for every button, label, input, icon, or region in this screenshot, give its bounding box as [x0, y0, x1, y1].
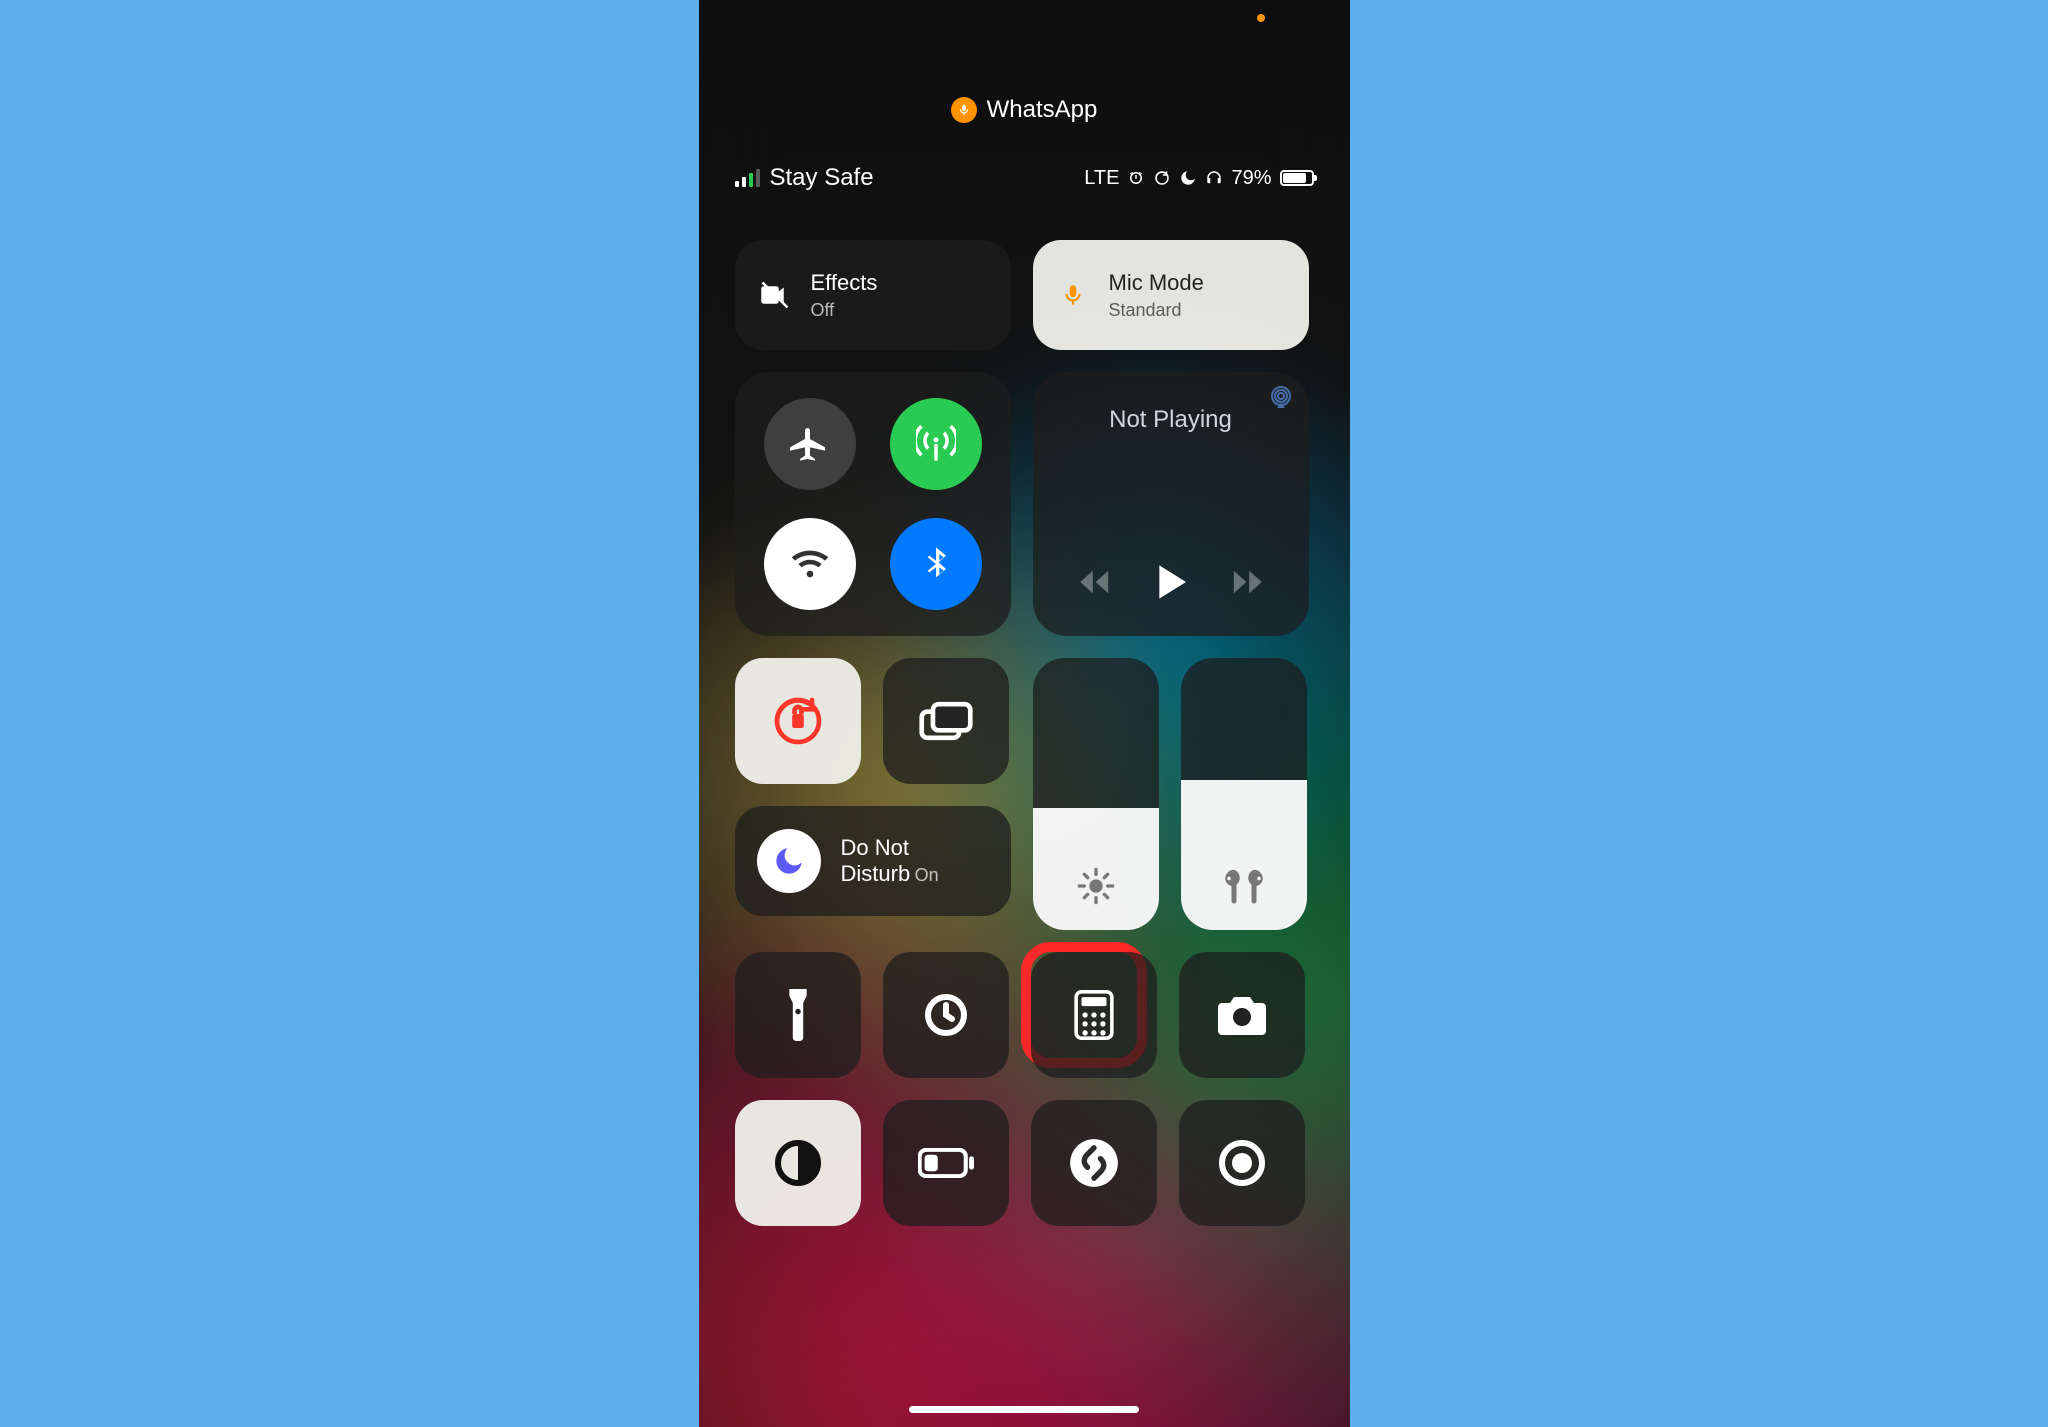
airplane-mode-toggle[interactable]: [764, 398, 856, 490]
low-power-mode-toggle[interactable]: [883, 1100, 1009, 1226]
bluetooth-toggle[interactable]: [890, 518, 982, 610]
mic-mode-subtitle: Standard: [1109, 298, 1204, 322]
dnd-subtitle: On: [915, 865, 939, 885]
connectivity-module[interactable]: [735, 372, 1011, 636]
dark-mode-toggle[interactable]: [735, 1100, 861, 1226]
screen-record-button[interactable]: [1179, 1100, 1305, 1226]
timer-button[interactable]: [883, 952, 1009, 1078]
effects-title: Effects: [811, 268, 878, 298]
active-app-indicator[interactable]: WhatsApp: [735, 0, 1314, 164]
signal-icon: [735, 169, 760, 187]
airplay-icon: [1269, 386, 1293, 410]
carrier-label: Stay Safe: [770, 164, 874, 192]
home-indicator[interactable]: [909, 1406, 1139, 1413]
airpods-icon: [1181, 866, 1307, 906]
volume-slider[interactable]: [1181, 658, 1307, 930]
battery-percent-label: 79%: [1231, 167, 1271, 190]
wifi-toggle[interactable]: [764, 518, 856, 610]
flashlight-button[interactable]: [735, 952, 861, 1078]
microphone-icon: [1055, 282, 1091, 308]
play-button[interactable]: [1154, 562, 1188, 602]
effects-module[interactable]: Effects Off: [735, 240, 1011, 350]
headphones-icon: [1205, 169, 1223, 187]
rewind-button[interactable]: [1080, 568, 1114, 596]
effects-subtitle: Off: [811, 298, 878, 322]
dnd-title: Do Not Disturb: [841, 835, 911, 886]
now-playing-label: Not Playing: [1109, 406, 1232, 434]
media-module[interactable]: Not Playing: [1033, 372, 1309, 636]
status-bar: Stay Safe LTE 79%: [735, 164, 1314, 240]
moon-icon: [757, 829, 821, 893]
microphone-icon: [951, 97, 977, 123]
moon-icon: [1179, 169, 1197, 187]
network-label: LTE: [1084, 167, 1119, 190]
active-app-label: WhatsApp: [987, 96, 1098, 124]
video-off-icon: [757, 280, 793, 310]
alarm-icon: [1127, 169, 1145, 187]
orientation-lock-icon: [1153, 169, 1171, 187]
calculator-button[interactable]: [1031, 952, 1157, 1078]
sun-icon: [1033, 866, 1159, 906]
mic-mode-module[interactable]: Mic Mode Standard: [1033, 240, 1309, 350]
forward-button[interactable]: [1228, 568, 1262, 596]
battery-icon: [1280, 170, 1314, 186]
phone-frame: WhatsApp Stay Safe LTE 79%: [699, 0, 1350, 1427]
focus-module[interactable]: Do Not Disturb On: [735, 806, 1011, 916]
screen-mirroring-button[interactable]: [883, 658, 1009, 784]
mic-mode-title: Mic Mode: [1109, 268, 1204, 298]
cellular-data-toggle[interactable]: [890, 398, 982, 490]
orientation-lock-toggle[interactable]: [735, 658, 861, 784]
brightness-slider[interactable]: [1033, 658, 1159, 930]
shazam-button[interactable]: [1031, 1100, 1157, 1226]
camera-button[interactable]: [1179, 952, 1305, 1078]
